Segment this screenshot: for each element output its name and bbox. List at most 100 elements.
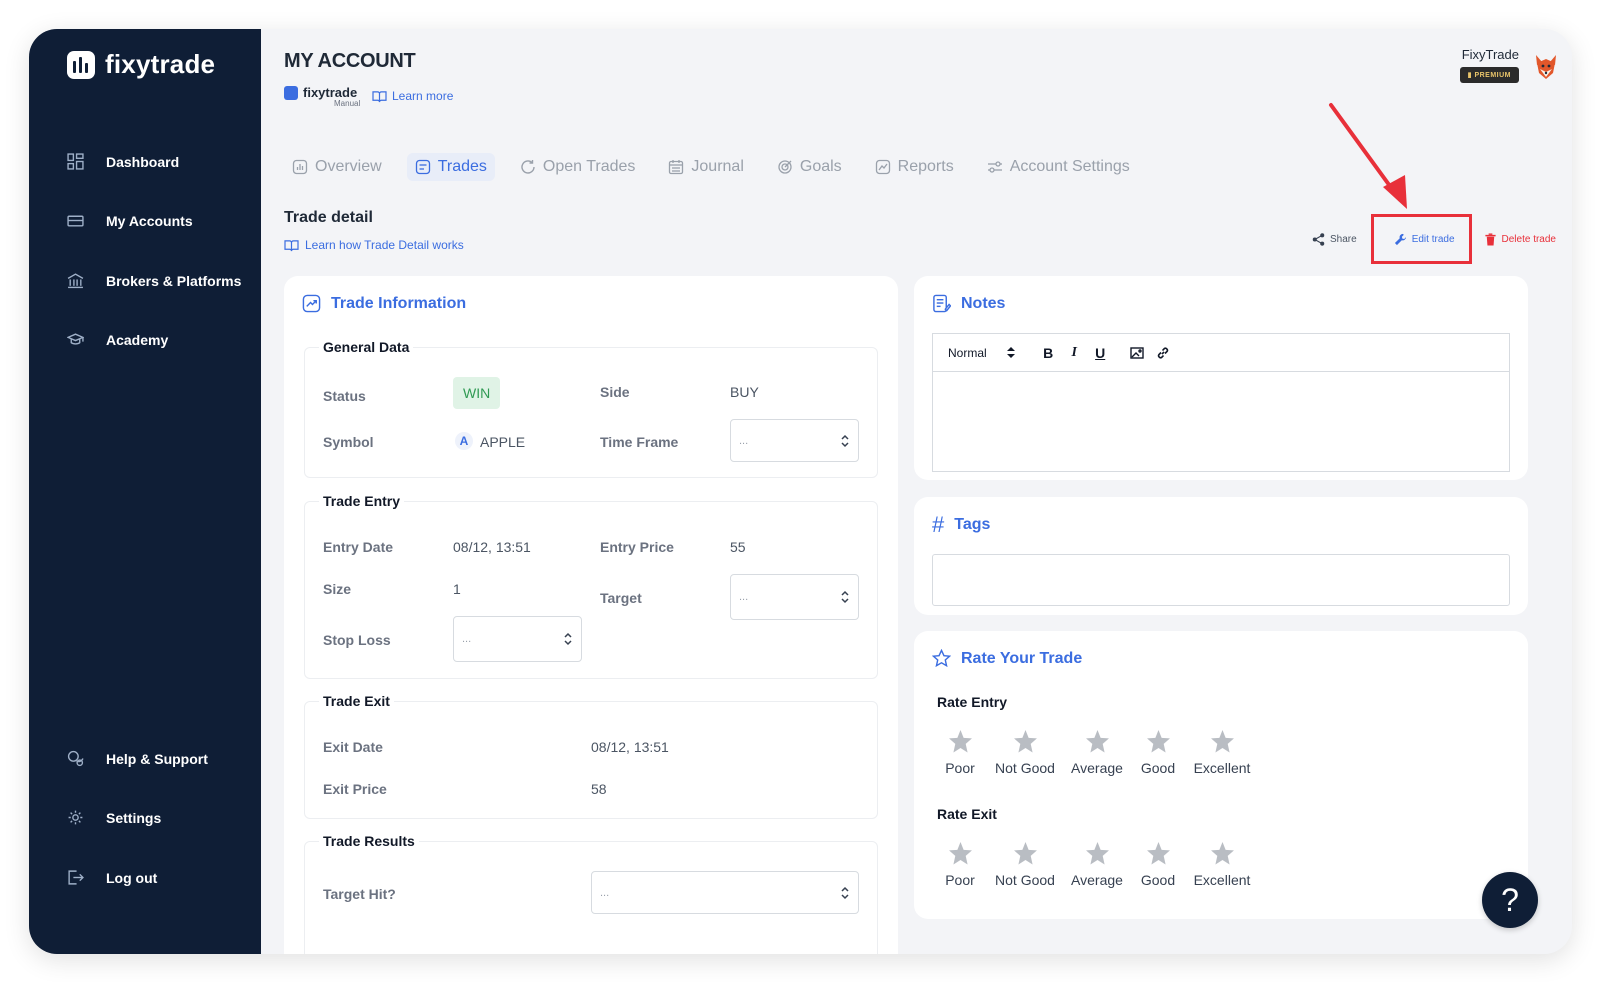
sidebar-item-label: Help & Support — [106, 750, 208, 767]
underline-button[interactable]: U — [1093, 345, 1108, 361]
account-type: Manual — [334, 99, 361, 108]
reports-icon — [875, 159, 890, 175]
side-label: Side — [600, 384, 630, 400]
trade-exit-group: Trade Exit Exit Date 08/12, 13:51 Exit P… — [304, 693, 878, 819]
user-menu[interactable]: FixyTrade ▮ PREMIUM — [1459, 47, 1519, 83]
stoploss-label: Stop Loss — [323, 632, 391, 648]
book-icon — [284, 239, 299, 251]
sidebar-item-brokers[interactable]: Brokers & Platforms — [67, 272, 241, 289]
rate-exit-star-1[interactable]: Poor — [923, 841, 997, 888]
main-content: MY ACCOUNT fixytrade Manual Learn more F… — [261, 29, 1572, 954]
star-icon — [1210, 842, 1234, 865]
notes-textarea[interactable] — [933, 372, 1509, 471]
chart-trend-icon — [302, 294, 321, 313]
account-tabs: Overview Trades Open Trades Journal Goal… — [284, 153, 1155, 181]
image-icon — [1130, 346, 1144, 359]
trade-entry-group: Trade Entry Entry Date 08/12, 13:51 Entr… — [304, 493, 878, 679]
bold-button[interactable]: B — [1041, 345, 1056, 361]
sidebar-item-help[interactable]: Help & Support — [67, 750, 208, 767]
group-title: General Data — [319, 339, 414, 355]
image-button[interactable] — [1130, 345, 1145, 360]
symbol-value: APPLE — [480, 434, 526, 450]
star-outline-icon — [932, 649, 951, 668]
tab-account-settings[interactable]: Account Settings — [979, 153, 1138, 181]
grid-icon — [67, 153, 84, 170]
entry-price-label: Entry Price — [600, 539, 674, 555]
annotation-arrow-icon — [1329, 103, 1407, 209]
sidebar-item-label: Academy — [106, 331, 169, 348]
brand-logo[interactable]: fixytrade — [67, 49, 215, 80]
symbol-icon: A — [455, 432, 473, 450]
chat-icon — [67, 750, 84, 767]
sidebar-item-label: Log out — [106, 869, 158, 886]
timeframe-label: Time Frame — [600, 434, 679, 450]
book-icon — [372, 90, 387, 102]
rate-entry-star-2[interactable]: Not Good — [988, 729, 1062, 776]
rate-entry-star-4[interactable]: Good — [1121, 729, 1195, 776]
premium-badge: ▮ PREMIUM — [1459, 67, 1519, 83]
status-badge: WIN — [453, 377, 501, 409]
edit-trade-button[interactable]: Edit trade — [1370, 214, 1472, 264]
refresh-icon — [521, 160, 535, 174]
target-select[interactable]: ... — [730, 574, 859, 620]
sidebar-item-my-accounts[interactable]: My Accounts — [67, 212, 193, 229]
group-title: Trade Results — [319, 833, 419, 849]
chevron-updown-icon — [841, 434, 849, 447]
rate-exit-star-2[interactable]: Not Good — [988, 841, 1062, 888]
wrench-icon — [1394, 233, 1406, 245]
help-fab-button[interactable]: ? — [1482, 872, 1538, 928]
rate-entry-star-5[interactable]: Excellent — [1185, 729, 1259, 776]
rate-trade-card: Rate Your Trade Rate Entry Poor Not Good… — [914, 631, 1528, 919]
timeframe-select[interactable]: ... — [730, 419, 859, 462]
tab-journal[interactable]: Journal — [660, 153, 751, 181]
sidebar-item-label: Brokers & Platforms — [106, 272, 242, 289]
sidebar-item-settings[interactable]: Settings — [67, 809, 161, 826]
tab-overview[interactable]: Overview — [284, 153, 390, 181]
avatar[interactable] — [1533, 53, 1559, 81]
star-icon — [1013, 842, 1037, 865]
trade-actions: Share Edit trade Delete trade — [1312, 214, 1556, 264]
notes-header: Notes — [932, 294, 1005, 313]
learn-more-link[interactable]: Learn more — [372, 89, 453, 103]
tags-input[interactable] — [932, 554, 1510, 606]
rate-header: Rate Your Trade — [932, 649, 1082, 668]
sidebar-item-logout[interactable]: Log out — [67, 869, 157, 886]
sidebar-item-label: My Accounts — [106, 212, 193, 229]
text-format-select[interactable]: Normal — [948, 346, 1015, 360]
tab-trades[interactable]: Trades — [406, 153, 495, 181]
share-button[interactable]: Share — [1312, 232, 1357, 246]
gear-icon — [67, 809, 84, 826]
tab-reports[interactable]: Reports — [867, 153, 962, 181]
editor-toolbar: Normal B I U — [933, 334, 1509, 372]
rate-exit-star-4[interactable]: Good — [1121, 841, 1195, 888]
fox-avatar-icon — [1536, 55, 1556, 79]
tags-header: # Tags — [932, 512, 991, 537]
chevron-updown-icon — [841, 886, 849, 899]
entry-date-label: Entry Date — [323, 539, 394, 555]
star-icon — [1210, 730, 1234, 753]
notes-editor: Normal B I U — [932, 333, 1510, 472]
link-button[interactable] — [1156, 345, 1171, 360]
tab-open-trades[interactable]: Open Trades — [512, 153, 644, 181]
size-label: Size — [323, 581, 352, 597]
calendar-icon — [669, 160, 684, 175]
link-icon — [1157, 347, 1169, 358]
trash-icon — [1484, 232, 1496, 246]
sidebar-item-dashboard[interactable]: Dashboard — [67, 153, 179, 170]
logout-icon — [67, 869, 84, 886]
target-hit-select[interactable]: ... — [591, 871, 859, 914]
sidebar-item-academy[interactable]: Academy — [67, 331, 168, 348]
italic-button[interactable]: I — [1067, 345, 1082, 360]
star-icon — [1013, 730, 1037, 753]
rate-exit-star-5[interactable]: Excellent — [1185, 841, 1259, 888]
brand-name: fixytrade — [105, 49, 216, 79]
side-value: BUY — [730, 384, 759, 400]
app-window: fixytrade Dashboard My Accounts Brokers … — [29, 29, 1572, 954]
rate-entry-star-1[interactable]: Poor — [923, 729, 997, 776]
learn-trade-detail-link[interactable]: Learn how Trade Detail works — [284, 238, 464, 252]
delete-trade-button[interactable]: Delete trade — [1484, 232, 1556, 246]
tab-goals[interactable]: Goals — [769, 153, 850, 181]
stoploss-select[interactable]: ... — [453, 616, 582, 662]
account-name: fixytrade — [303, 85, 358, 100]
target-icon — [778, 160, 792, 174]
